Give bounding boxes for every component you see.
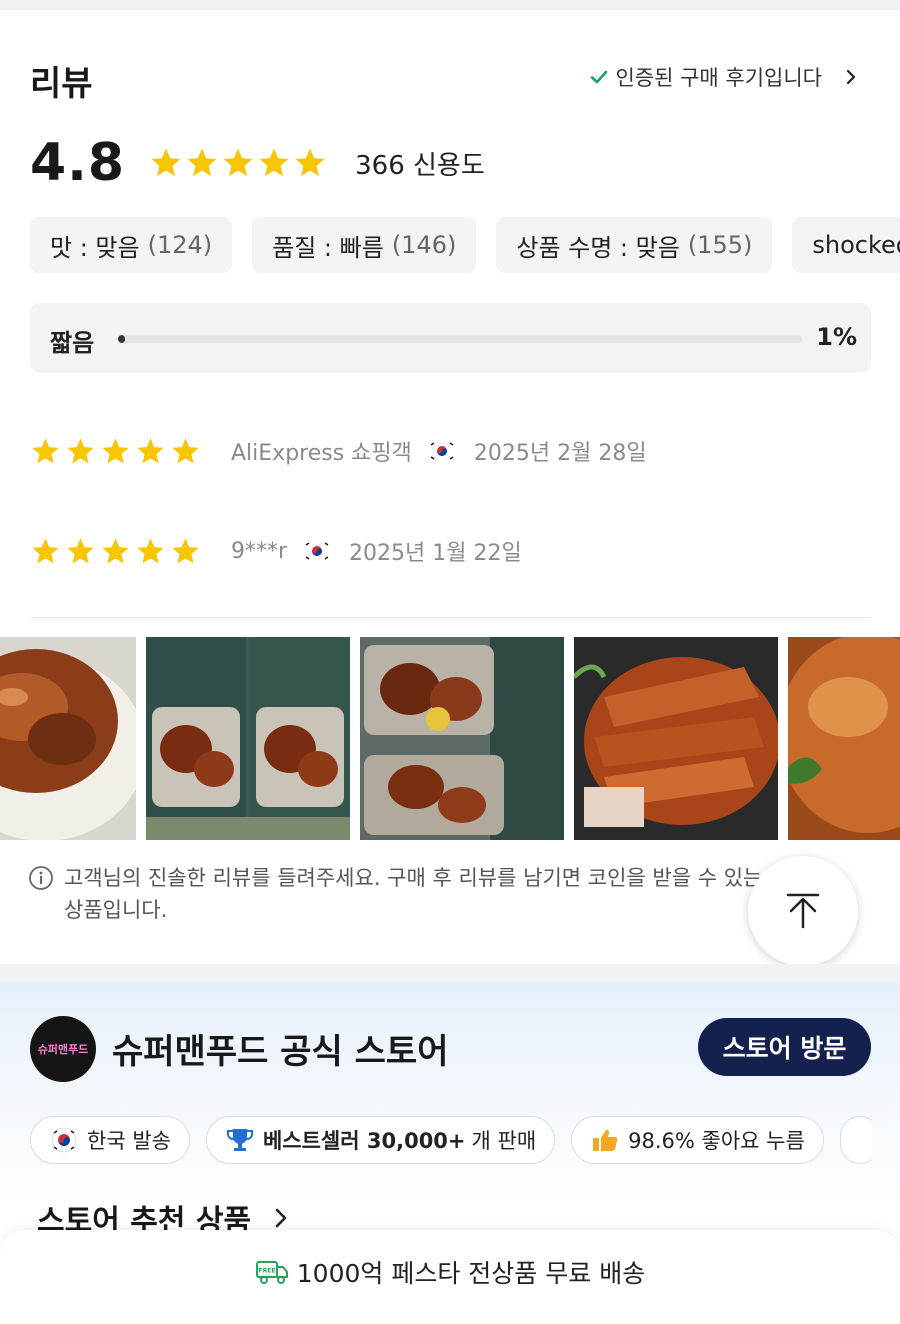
rating-value: 4.8 — [30, 133, 126, 193]
review-list-item[interactable]: 9***r 2025년 1월 22일 — [30, 531, 522, 571]
free-shipping-text: 1000억 페스타 전상품 무료 배송 — [296, 1259, 646, 1288]
trophy-icon — [226, 1129, 253, 1151]
store-badge-bestseller[interactable]: 베스트셀러 30,000+ 개 판매 — [205, 1116, 556, 1164]
star-icon — [67, 437, 94, 463]
reviewer-name: AliExpress 쇼핑객 — [231, 441, 412, 466]
star-icon — [137, 437, 164, 463]
rating-count: 366 신용도 — [355, 150, 485, 181]
chip-label: 품질 : 빠름 — [272, 233, 384, 262]
free-shipping-truck-icon: FREE — [255, 1261, 288, 1284]
store-badges: 한국 발송 베스트셀러 30,000+ 개 판매 98.6% 좋아요 누름 — [30, 1116, 872, 1164]
star-icon — [172, 537, 199, 563]
svg-text:FREE: FREE — [258, 1268, 275, 1275]
store-badge-shipping[interactable]: 한국 발송 — [30, 1116, 190, 1164]
smoked-boneless-duck-packs-photo[interactable] — [146, 637, 350, 840]
info-icon — [29, 866, 53, 890]
star-icon — [295, 148, 325, 177]
chip-label: 맛 : 맞음 — [50, 233, 140, 262]
chip-count: (146) — [391, 231, 457, 259]
korea-flag-icon — [427, 441, 456, 461]
chip-label: 상품 수명 : 맞음 — [516, 233, 680, 262]
notice-text: 고객님의 진솔한 리뷰를 들려주세요. 구매 후 리뷰를 남기면 코인을 받을 … — [64, 866, 763, 922]
rating-stars — [149, 146, 327, 180]
badge-bold-text: 베스트셀러 30,000+ — [262, 1129, 466, 1153]
chevron-right-icon — [275, 1208, 287, 1228]
review-stars — [30, 536, 201, 567]
duck-packages-photo[interactable] — [360, 637, 564, 840]
star-icon — [32, 537, 59, 563]
star-icon — [102, 537, 129, 563]
divider — [30, 617, 871, 618]
korea-flag-icon — [303, 541, 332, 561]
review-tag-chip[interactable]: 맛 : 맞음 (124) — [30, 217, 233, 273]
roast-duck-photo-2[interactable] — [788, 637, 900, 840]
scroll-to-top-button[interactable] — [748, 856, 858, 966]
bar-fill — [118, 335, 125, 343]
free-shipping-banner[interactable]: FREE 1000억 페스타 전상품 무료 배송 — [0, 1230, 900, 1324]
bar-percent: 1% — [816, 323, 857, 351]
rating-distribution-bar: 짧음 1% — [30, 303, 871, 373]
store-logo[interactable]: 슈퍼맨푸드 — [30, 1016, 96, 1082]
verified-text: 인증된 구매 후기입니다 — [615, 66, 822, 90]
verified-purchase-link[interactable]: 인증된 구매 후기입니다 — [589, 62, 860, 92]
review-stars — [30, 436, 201, 467]
badge-text: 개 판매 — [471, 1129, 537, 1153]
review-tag-chip[interactable]: shocked — [792, 217, 900, 273]
check-icon — [591, 70, 608, 84]
sliced-roast-duck-photo[interactable] — [574, 637, 778, 840]
star-icon — [187, 148, 217, 177]
thumbs-up-icon — [593, 1129, 618, 1151]
reviewer-name: 9***r — [231, 538, 288, 564]
review-date: 2025년 2월 28일 — [473, 441, 647, 466]
review-list-item[interactable]: AliExpress 쇼핑객 2025년 2월 28일 — [30, 431, 647, 471]
roast-duck-photo-1[interactable] — [0, 637, 136, 840]
review-tag-chips: 맛 : 맞음 (124) 품질 : 빠름 (146) 상품 수명 : 맞음 (155)… — [30, 217, 900, 273]
chip-count: (124) — [147, 231, 213, 259]
korea-flag-icon — [51, 1127, 77, 1153]
star-icon — [151, 148, 181, 177]
bar-track — [118, 335, 802, 343]
star-icon — [172, 437, 199, 463]
review-header: 리뷰 인증된 구매 후기입니다 — [30, 52, 870, 104]
store-name[interactable]: 슈퍼맨푸드 공식 스토어 — [112, 1024, 448, 1073]
chip-label: shocked — [812, 231, 900, 259]
review-tag-chip[interactable]: 품질 : 빠름 (146) — [252, 217, 477, 273]
store-visit-button[interactable]: 스토어 방문 — [698, 1018, 871, 1076]
top-separator — [0, 0, 900, 10]
review-title: 리뷰 — [30, 64, 93, 104]
chevron-right-icon — [846, 69, 856, 85]
star-icon — [137, 537, 164, 563]
review-date: 2025년 1월 22일 — [349, 541, 522, 566]
store-logo-text: 슈퍼맨푸드 — [37, 1043, 89, 1056]
star-icon — [32, 437, 59, 463]
store-badge-more[interactable] — [839, 1116, 872, 1164]
rating-summary: 4.8 366 신용도 — [30, 128, 485, 198]
free-shipping-content: FREE 1000억 페스타 전상품 무료 배송 — [255, 1254, 645, 1290]
star-icon — [223, 148, 253, 177]
badge-text: 98.6% 좋아요 누름 — [628, 1129, 805, 1153]
store-badge-likes[interactable]: 98.6% 좋아요 누름 — [571, 1116, 824, 1164]
review-notice: 고객님의 진솔한 리뷰를 들려주세요. 구매 후 리뷰를 남기면 코인을 받을 … — [28, 862, 788, 926]
bar-label: 짧음 — [50, 329, 95, 357]
badge-text: 한국 발송 — [87, 1129, 171, 1153]
chip-count: (155) — [687, 231, 753, 259]
star-icon — [67, 537, 94, 563]
arrow-up-icon — [786, 893, 820, 929]
star-icon — [102, 437, 129, 463]
section-separator — [0, 964, 900, 982]
star-icon — [259, 148, 289, 177]
review-tag-chip[interactable]: 상품 수명 : 맞음 (155) — [496, 217, 773, 273]
review-photo-strip[interactable] — [0, 637, 900, 840]
